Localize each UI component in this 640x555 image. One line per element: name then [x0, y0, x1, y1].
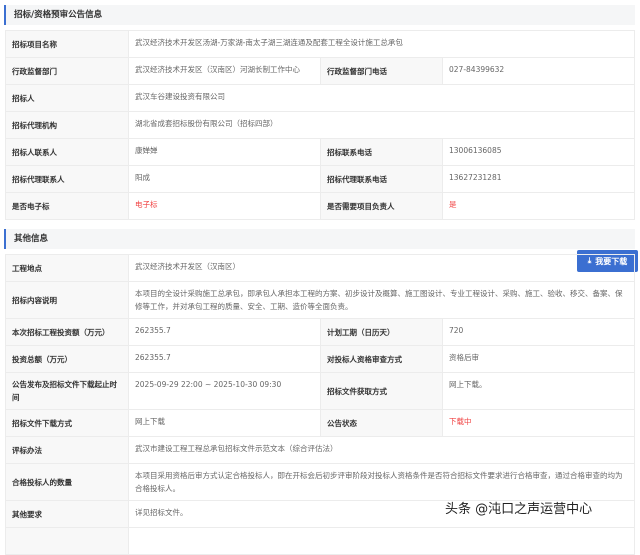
- field-value: 武汉经济技术开发区（汉南区）: [128, 254, 635, 282]
- field-label: 招标代理联系人: [5, 165, 129, 193]
- field-value: 262355.7: [128, 318, 321, 346]
- field-label: 对投标人资格审查方式: [320, 345, 443, 373]
- table-row: 评标办法 武汉市建设工程工程总承包招标文件示范文本（综合评估法）: [5, 436, 635, 464]
- announcement-status: 下载中: [442, 409, 635, 437]
- field-label: 计划工期（日历天）: [320, 318, 443, 346]
- section-header-bid-info: 招标/资格预审公告信息: [4, 5, 635, 25]
- field-label: 评标办法: [5, 436, 129, 464]
- field-value: 720: [442, 318, 635, 346]
- field-label: 是否需要项目负责人: [320, 192, 443, 220]
- field-label: 行政监督部门: [5, 57, 129, 85]
- field-value: 资格后审: [442, 345, 635, 373]
- field-label: 工程地点: [5, 254, 129, 282]
- field-value: 是: [442, 192, 635, 220]
- field-value: 康婵婵: [128, 138, 321, 166]
- field-label: 合格投标人的数量: [5, 463, 129, 501]
- field-value: 本项目的全设计采购施工总承包，即承包人承担本工程的方案、初步设计及概算、施工图设…: [128, 281, 635, 319]
- field-label: 行政监督部门电话: [320, 57, 443, 85]
- field-value: 武汉车谷建设投资有限公司: [128, 84, 635, 112]
- field-label: 公告发布及招标文件下载起止时间: [5, 372, 129, 410]
- field-label: 公告状态: [320, 409, 443, 437]
- field-label: 招标代理机构: [5, 111, 129, 139]
- field-label: 招标代理联系电话: [320, 165, 443, 193]
- table-row: 招标文件下载方式 网上下载 公告状态 下载中: [5, 409, 635, 437]
- field-value: 武汉市建设工程工程总承包招标文件示范文本（综合评估法）: [128, 436, 635, 464]
- field-label: 招标人: [5, 84, 129, 112]
- table-row: 行政监督部门 武汉经济技术开发区（汉南区）河湖长制工作中心 行政监督部门电话 027-…: [5, 57, 635, 85]
- bid-info-table: 招标项目名称 武汉经济技术开发区汤湖-万家湖-南太子湖三湖连通及配套工程全设计施工…: [5, 30, 635, 220]
- field-label: 招标文件下载方式: [5, 409, 129, 437]
- field-value: 本项目采用资格后审方式认定合格投标人，即在开标会后初步评审阶段对投标人资格条件是…: [128, 463, 635, 501]
- table-row: 招标代理机构 湖北省成套招标股份有限公司（招标四部）: [5, 111, 635, 139]
- table-row: 是否电子标 电子标 是否需要项目负责人是: [5, 192, 635, 220]
- field-value: 262355.7: [128, 345, 321, 373]
- field-value: 武汉经济技术开发区（汉南区）河湖长制工作中心: [128, 57, 321, 85]
- field-value: 电子标: [128, 192, 321, 220]
- field-value: 武汉经济技术开发区汤湖-万家湖-南太子湖三湖连通及配套工程全设计施工总承包: [128, 30, 635, 58]
- table-row: 合格投标人的数量 本项目采用资格后审方式认定合格投标人，即在开标会后初步评审阶段对…: [5, 463, 635, 501]
- field-label: 其他要求: [5, 500, 129, 528]
- field-value: 网上下载。: [442, 372, 635, 410]
- field-value: 13627231281: [442, 165, 635, 193]
- field-value: 13006136085: [442, 138, 635, 166]
- field-label: 招标人联系人: [5, 138, 129, 166]
- field-label: 招标项目名称: [5, 30, 129, 58]
- field-label: 招标内容说明: [5, 281, 129, 319]
- field-value: 027-84399632: [442, 57, 635, 85]
- watermark: 头条 @沌口之声运营中心: [445, 502, 593, 517]
- table-row: 招标项目名称 武汉经济技术开发区汤湖-万家湖-南太子湖三湖连通及配套工程全设计施工…: [5, 30, 635, 58]
- field-value: 阳成: [128, 165, 321, 193]
- section-header-other-info: 其他信息: [4, 229, 635, 249]
- field-value: 网上下载: [128, 409, 321, 437]
- table-row: 招标代理联系人 阳成 招标代理联系电话 13627231281: [5, 165, 635, 193]
- field-label: 招标文件获取方式: [320, 372, 443, 410]
- field-label: 招标联系电话: [320, 138, 443, 166]
- table-row: 招标人 武汉车谷建设投资有限公司: [5, 84, 635, 112]
- field-value: 湖北省成套招标股份有限公司（招标四部）: [128, 111, 635, 139]
- table-row: 招标人联系人 康婵婵 招标联系电话 13006136085: [5, 138, 635, 166]
- field-label: 投资总额（万元）: [5, 345, 129, 373]
- field-label: 是否电子标: [5, 192, 129, 220]
- field-value: 2025-09-29 22:00 ~ 2025-10-30 09:30: [128, 372, 321, 410]
- table-row: 招标内容说明 本项目的全设计采购施工总承包，即承包人承担本工程的方案、初步设计及概…: [5, 281, 635, 319]
- table-row: 本次招标工程投资额（万元） 262355.7 计划工期（日历天） 720: [5, 318, 635, 346]
- table-row: 工程地点 武汉经济技术开发区（汉南区）: [5, 254, 635, 282]
- field-label: 本次招标工程投资额（万元）: [5, 318, 129, 346]
- table-row: 投资总额（万元） 262355.7 对投标人资格审查方式 资格后审: [5, 345, 635, 373]
- table-row: 公告发布及招标文件下载起止时间 2025-09-29 22:00 ~ 2025-1…: [5, 372, 635, 410]
